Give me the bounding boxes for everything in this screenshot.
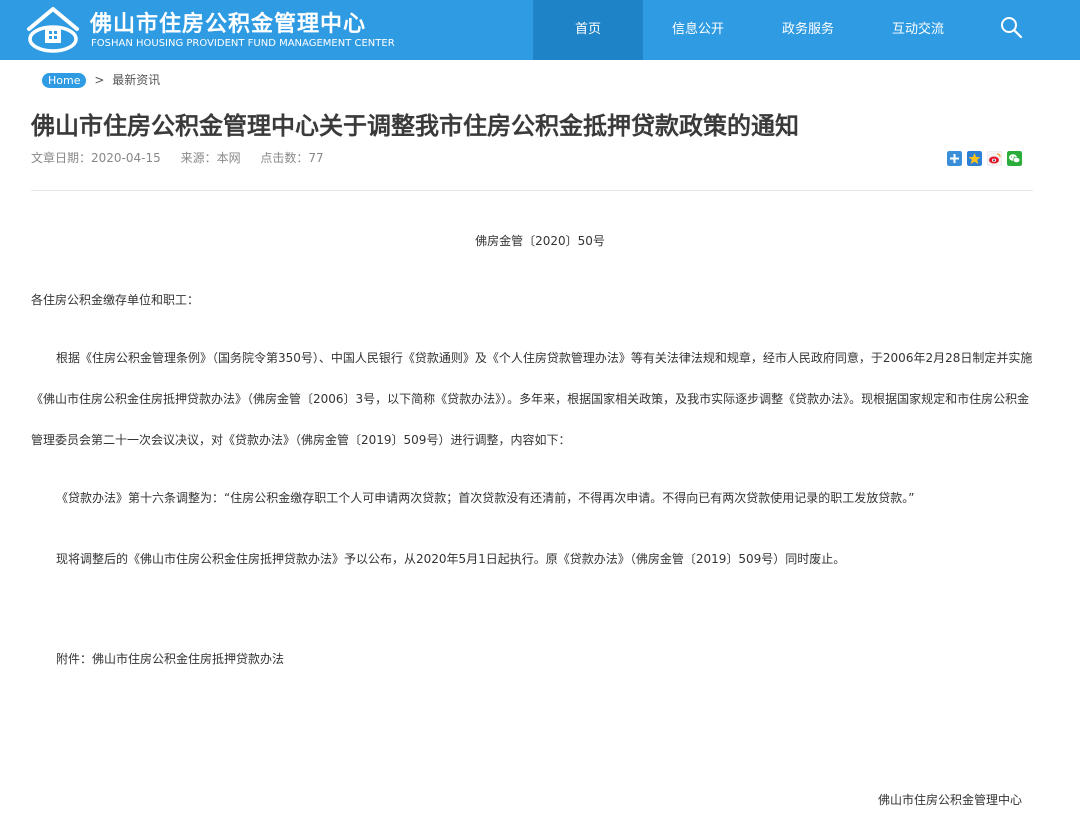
breadcrumb: Home > 最新资讯 bbox=[42, 71, 160, 88]
breadcrumb-separator: > bbox=[94, 73, 105, 87]
nav-item-government-services[interactable]: 政务服务 bbox=[753, 0, 863, 60]
paragraph-publish: 现将调整后的《佛山市住房公积金住房抵押贷款办法》予以公布，从2020年5月1日起… bbox=[56, 552, 846, 566]
site-subtitle: FOSHAN HOUSING PROVIDENT FUND MANAGEMENT… bbox=[91, 38, 395, 49]
article-source: 来源：本网 bbox=[180, 151, 241, 165]
article-views: 点击数：77 bbox=[260, 151, 324, 165]
attachment-link[interactable]: 附件：佛山市住房公积金住房抵押贷款办法 bbox=[56, 650, 284, 667]
article-date: 文章日期：2020-04-15 bbox=[31, 151, 161, 165]
search-icon[interactable] bbox=[998, 14, 1024, 40]
document-number: 佛房金管〔2020〕50号 bbox=[475, 234, 605, 248]
nav-item-info-disclosure[interactable]: 信息公开 bbox=[643, 0, 753, 60]
house-logo-icon[interactable] bbox=[25, 5, 81, 55]
salutation: 各住房公积金缴存单位和职工： bbox=[31, 293, 200, 307]
site-header: 佛山市住房公积金管理中心 FOSHAN HOUSING PROVIDENT FU… bbox=[0, 0, 1080, 60]
breadcrumb-current[interactable]: 最新资讯 bbox=[112, 73, 160, 87]
signature: 佛山市住房公积金管理中心 bbox=[878, 793, 1023, 807]
share-toolbar bbox=[947, 151, 1022, 166]
share-plus-icon[interactable] bbox=[947, 151, 962, 166]
title-divider bbox=[31, 190, 1033, 191]
paragraph-main: 根据《住房公积金管理条例》（国务院令第350号）、中国人民银行《贷款通则》及《个… bbox=[31, 351, 1033, 447]
nav-item-home[interactable]: 首页 bbox=[533, 0, 643, 60]
site-title: 佛山市住房公积金管理中心 bbox=[90, 12, 367, 37]
breadcrumb-home-link[interactable]: Home bbox=[42, 73, 87, 88]
nav-item-interaction[interactable]: 互动交流 bbox=[863, 0, 973, 60]
article-title: 佛山市住房公积金管理中心关于调整我市住房公积金抵押贷款政策的通知 bbox=[31, 112, 799, 140]
article-meta: 文章日期：2020-04-15 来源：本网 点击数：77 bbox=[31, 149, 340, 166]
wechat-icon[interactable] bbox=[1007, 151, 1022, 166]
paragraph-quote: 《贷款办法》第十六条调整为：“住房公积金缴存职工个人可申请两次贷款；首次贷款没有… bbox=[56, 491, 915, 505]
main-nav: 首页 信息公开 政务服务 互动交流 bbox=[533, 0, 973, 60]
weibo-icon[interactable] bbox=[987, 151, 1002, 166]
qzone-icon[interactable] bbox=[967, 151, 982, 166]
